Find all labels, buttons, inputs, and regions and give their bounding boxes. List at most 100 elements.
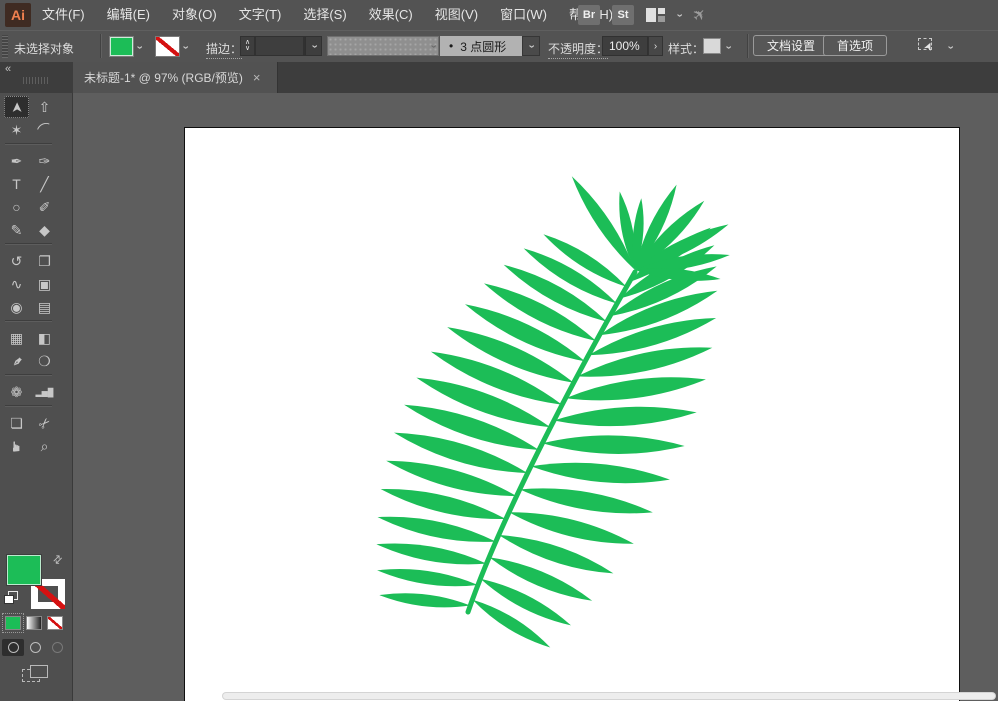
perspective-grid-tool[interactable]: ▤ xyxy=(32,296,57,318)
swap-fill-stroke-icon[interactable]: ⇄ xyxy=(50,552,66,568)
fill-chevron-icon[interactable]: › xyxy=(133,46,144,50)
tools-panel-grip[interactable] xyxy=(23,77,49,84)
menu-item-effect[interactable]: 效果(C) xyxy=(358,0,424,30)
symbol-sprayer-tool[interactable]: ❁ xyxy=(4,381,29,403)
slice-tool[interactable]: ✂ xyxy=(32,412,57,434)
fill-stroke-cluster: ⇄ xyxy=(0,553,73,693)
chevron-down-icon[interactable]: › xyxy=(525,44,536,48)
document-tab-title: 未标题-1* @ 97% (RGB/预览) xyxy=(84,69,243,86)
draw-inside-button xyxy=(46,639,68,656)
document-setup-button[interactable]: 文档设置 xyxy=(753,35,829,56)
color-mode-buttons xyxy=(4,615,64,631)
stroke-color-swatch[interactable] xyxy=(156,37,179,56)
brush-name: 3 点圆形 xyxy=(460,38,506,55)
selection-tool[interactable]: ➤ xyxy=(4,96,29,118)
eyedropper-tool[interactable]: ✒ xyxy=(4,350,29,372)
artboard-tool[interactable]: ❏ xyxy=(4,412,29,434)
shape-builder-tool[interactable]: ◉ xyxy=(4,296,29,318)
brush-dot-icon: • xyxy=(449,39,453,53)
gradient-button[interactable] xyxy=(25,615,43,631)
stepper-down-icon[interactable]: ∨ xyxy=(245,46,250,52)
horizontal-scrollbar-thumb[interactable] xyxy=(223,693,995,699)
menu-item-edit[interactable]: 编辑(E) xyxy=(96,0,161,30)
pen-tool[interactable]: ✒ xyxy=(4,150,29,172)
mesh-tool[interactable]: ▦ xyxy=(4,327,29,349)
gpu-performance-icon[interactable]: ✈ xyxy=(688,3,712,27)
opacity-field[interactable]: 100% xyxy=(602,36,648,56)
stock-icon[interactable]: St xyxy=(612,5,634,25)
none-button[interactable] xyxy=(46,615,64,631)
opacity-expand-button[interactable]: › xyxy=(648,36,663,56)
document-tab[interactable]: 未标题-1* @ 97% (RGB/预览) × xyxy=(73,62,278,93)
tools-panel: ➤⇧✶⌒✒✑T╱○✐✎◆↺❐∿▣◉▤▦◧✒❍❁▂▅█❏✂☛⌕ ⇄ xyxy=(0,93,73,701)
collapse-panel-icon[interactable]: « xyxy=(5,63,11,75)
opacity-link[interactable]: 不透明度： xyxy=(548,40,608,59)
menu-item-file[interactable]: 文件(F) xyxy=(31,0,96,30)
workspace-switcher-icon[interactable] xyxy=(646,8,665,22)
brush-definition-dropdown[interactable]: › xyxy=(522,36,540,56)
document-tab-bar: « 未标题-1* @ 97% (RGB/预览) × xyxy=(0,62,998,93)
style-swatch[interactable] xyxy=(704,39,720,53)
zoom-tool[interactable]: ⌕ xyxy=(32,435,57,457)
preferences-button[interactable]: 首选项 xyxy=(823,35,887,56)
select-similar-chevron-icon[interactable]: › xyxy=(944,46,955,50)
lasso-tool[interactable]: ⌒ xyxy=(32,119,57,141)
stroke-weight-stepper[interactable]: ∧ ∨ xyxy=(240,36,255,56)
width-tool[interactable]: ∿ xyxy=(4,273,29,295)
draw-normal-button[interactable] xyxy=(2,639,24,656)
menu-bar: Ai 文件(F) 编辑(E) 对象(O) 文字(T) 选择(S) 效果(C) 视… xyxy=(0,0,998,30)
menu-item-type[interactable]: 文字(T) xyxy=(228,0,293,30)
default-fill-stroke-icon[interactable] xyxy=(4,591,18,604)
menu-item-select[interactable]: 选择(S) xyxy=(292,0,357,30)
magic-wand-tool[interactable]: ✶ xyxy=(4,119,29,141)
illustrator-window: { "app": {"logo_label": "Ai"}, "menubar"… xyxy=(0,0,998,701)
hand-tool[interactable]: ☛ xyxy=(4,435,29,457)
color-button[interactable] xyxy=(4,615,22,631)
menu-item-window[interactable]: 窗口(W) xyxy=(489,0,558,30)
gradient-tool[interactable]: ◧ xyxy=(32,327,57,349)
select-similar-objects-icon[interactable]: ➤ xyxy=(918,38,938,54)
curvature-tool[interactable]: ✑ xyxy=(32,150,57,172)
ellipse-tool[interactable]: ○ xyxy=(4,196,29,218)
chevron-down-icon[interactable]: › xyxy=(673,13,684,17)
rotate-tool[interactable]: ↺ xyxy=(4,250,29,272)
tools-grid: ➤⇧✶⌒✒✑T╱○✐✎◆↺❐∿▣◉▤▦◧✒❍❁▂▅█❏✂☛⌕ xyxy=(4,96,58,457)
chevron-down-icon[interactable]: › xyxy=(308,44,319,48)
eraser-tool[interactable]: ◆ xyxy=(32,219,57,241)
stroke-chevron-icon[interactable]: › xyxy=(179,46,190,50)
control-bar: 未选择对象 › › 描边： ∧ ∨ › › • 3 点圆形 › 不透明度： 10… xyxy=(0,30,998,63)
scale-tool[interactable]: ❐ xyxy=(32,250,57,272)
menu-item-view[interactable]: 视图(V) xyxy=(424,0,489,30)
drawing-mode-buttons xyxy=(2,639,68,656)
fill-swatch[interactable] xyxy=(7,555,41,585)
free-transform-tool[interactable]: ▣ xyxy=(32,273,57,295)
width-profile-dropdown-disabled: › xyxy=(327,36,439,56)
stroke-weight-link[interactable]: 描边： xyxy=(206,40,242,59)
app-bar-right: Br St › ✈ xyxy=(578,0,706,30)
fill-color-swatch[interactable] xyxy=(110,37,133,56)
tools-divider xyxy=(5,243,52,248)
tools-divider xyxy=(5,143,52,148)
menu-item-object[interactable]: 对象(O) xyxy=(161,0,228,30)
no-selection-label: 未选择对象 xyxy=(14,40,74,57)
tools-divider xyxy=(5,374,52,379)
bridge-icon[interactable]: Br xyxy=(578,5,600,25)
paintbrush-tool[interactable]: ✐ xyxy=(32,196,57,218)
style-label: 样式： xyxy=(668,40,704,57)
stroke-weight-field[interactable] xyxy=(255,36,304,56)
direct-selection-tool[interactable]: ⇧ xyxy=(32,96,57,118)
pencil-tool[interactable]: ✎ xyxy=(4,219,29,241)
separator xyxy=(747,34,749,58)
stroke-weight-dropdown[interactable]: › xyxy=(304,36,322,56)
type-tool[interactable]: T xyxy=(4,173,29,195)
palm-frond-artwork[interactable] xyxy=(185,128,957,700)
change-screen-mode-icon[interactable] xyxy=(22,665,48,683)
blend-tool[interactable]: ❍ xyxy=(32,350,57,372)
brush-definition-field[interactable]: • 3 点圆形 xyxy=(440,36,522,56)
line-segment-tool[interactable]: ╱ xyxy=(32,173,57,195)
close-tab-icon[interactable]: × xyxy=(253,71,261,84)
draw-behind-button[interactable] xyxy=(24,639,46,656)
style-chevron-icon[interactable]: › xyxy=(722,46,733,50)
graph-tool[interactable]: ▂▅█ xyxy=(32,381,57,403)
control-bar-grip[interactable] xyxy=(2,35,8,58)
